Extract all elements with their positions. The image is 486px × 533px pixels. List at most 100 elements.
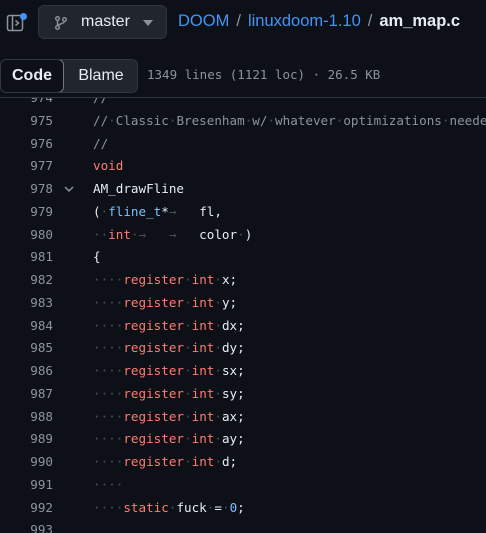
line-number[interactable]: 980 — [0, 224, 53, 247]
line-number[interactable]: 984 — [0, 315, 53, 338]
line-code: ····static·fuck·=·0; — [93, 497, 245, 520]
line-number[interactable]: 992 — [0, 497, 53, 520]
breadcrumb-separator: / — [367, 12, 373, 30]
line-code: ····register·int·y; — [93, 292, 237, 315]
whitespace-marker: ···· — [93, 294, 124, 310]
code-token: ·y; — [214, 294, 238, 310]
code-line: 974 // — [0, 98, 486, 110]
line-code: ····register·int·sx; — [93, 360, 245, 383]
code-token: ·ay; — [214, 431, 245, 447]
code-line: 990 ····register·int·d; — [0, 451, 486, 474]
breadcrumb-separator: / — [236, 12, 241, 30]
code-line: 979 (·fline_t*→ fl, — [0, 201, 486, 224]
line-code: ··int·→ → color·) — [93, 224, 252, 247]
code-token: ·sx; — [214, 363, 245, 378]
code-token: ·fuck·=· — [168, 499, 230, 515]
chevron-down-icon — [143, 20, 153, 26]
line-number[interactable]: 982 — [0, 269, 53, 292]
code-token: color·) — [199, 226, 253, 242]
code-line: 989 ····register·int·ay; — [0, 428, 486, 451]
line-code: // — [93, 133, 108, 156]
line-number[interactable]: 977 — [0, 155, 53, 178]
line-code: ····register·int·dx; — [93, 315, 245, 338]
git-branch-icon — [53, 15, 69, 31]
tab-blame[interactable]: Blame — [64, 60, 137, 92]
code-token: ·x; — [214, 272, 238, 287]
line-code: ····register·int·d; — [93, 451, 237, 474]
line-number[interactable]: 974 — [0, 98, 53, 110]
code-token: → — [168, 203, 200, 219]
code-token: AM_drawFline — [93, 181, 184, 196]
code-token: register·int — [123, 385, 215, 401]
line-code: ···· — [93, 474, 123, 497]
code-line: 991 ···· — [0, 474, 486, 497]
line-code: (·fline_t*→ fl, — [93, 201, 222, 224]
line-code: ····register·int·ay; — [93, 428, 245, 451]
line-code: // — [93, 98, 108, 110]
breadcrumb-repo-link[interactable]: DOOM — [178, 12, 229, 30]
line-number[interactable]: 993 — [0, 519, 53, 533]
top-bar: master DOOM / linuxdoom-1.10 / am_map.c — [0, 0, 486, 48]
line-number[interactable]: 979 — [0, 201, 53, 224]
code-token: ·→ → — [130, 226, 200, 242]
code-token: { — [93, 249, 101, 265]
line-code: void — [93, 155, 123, 178]
line-number[interactable]: 985 — [0, 337, 53, 360]
line-number[interactable]: 983 — [0, 292, 53, 315]
code-token: (· — [93, 203, 109, 219]
code-token: ·dy; — [214, 340, 245, 356]
code-token: //·Classic·Bresenham·w/·whatever·optimiz… — [93, 112, 486, 128]
code-view: 974 // 975 //·Classic·Bresenham·w/·whatever… — [0, 98, 486, 533]
branch-selector-button[interactable]: master — [38, 5, 167, 39]
line-number[interactable]: 990 — [0, 451, 53, 474]
line-code: ····register·int·sy; — [93, 383, 245, 406]
code-line: 978 AM_drawFline — [0, 178, 486, 201]
code-line: 981 { — [0, 246, 486, 269]
whitespace-marker: ···· — [93, 363, 124, 378]
code-token: register·int — [123, 317, 215, 333]
code-token: // — [93, 98, 108, 105]
breadcrumb-current-file: am_map.c — [379, 12, 461, 30]
code-line: 988 ····register·int·ax; — [0, 406, 486, 429]
fold-chevron-icon[interactable] — [64, 185, 74, 193]
tab-code[interactable]: Code — [1, 60, 64, 92]
whitespace-marker: ···· — [93, 340, 124, 356]
code-token: register·int — [123, 272, 215, 287]
line-code: ····register·int·x; — [93, 269, 237, 292]
line-number[interactable]: 981 — [0, 246, 53, 269]
line-number[interactable]: 976 — [0, 133, 53, 156]
line-number[interactable]: 988 — [0, 406, 53, 429]
code-line: 984 ····register·int·dx; — [0, 315, 486, 338]
breadcrumb: DOOM / linuxdoom-1.10 / am_map.c — [178, 12, 460, 31]
whitespace-marker: ···· — [93, 431, 124, 447]
code-line: 976 // — [0, 133, 486, 156]
line-code: //·Classic·Bresenham·w/·whatever·optimiz… — [93, 110, 486, 133]
code-line: 975 //·Classic·Bresenham·w/·whatever·opti… — [0, 110, 486, 133]
line-number[interactable]: 978 — [0, 178, 53, 201]
code-token: // — [93, 135, 109, 151]
line-number[interactable]: 987 — [0, 383, 53, 406]
code-line: 987 ····register·int·sy; — [0, 383, 486, 406]
code-token: ·d; — [214, 454, 238, 469]
whitespace-marker: ···· — [93, 385, 124, 401]
code-token: void — [93, 158, 124, 174]
code-token: ·dx; — [214, 317, 245, 333]
code-token: int — [108, 226, 131, 242]
line-number[interactable]: 986 — [0, 360, 53, 383]
file-info: 1349 lines (1121 loc) · 26.5 KB — [147, 67, 381, 82]
line-number[interactable]: 975 — [0, 110, 53, 133]
line-number[interactable]: 989 — [0, 428, 53, 451]
code-token: * — [161, 203, 169, 219]
code-line: 985 ····register·int·dy; — [0, 337, 486, 360]
line-number[interactable]: 991 — [0, 474, 53, 497]
code-line: 993 — [0, 519, 486, 533]
breadcrumb-folder-link[interactable]: linuxdoom-1.10 — [248, 12, 361, 30]
whitespace-marker: ·· — [93, 226, 109, 242]
side-panel-icon[interactable] — [6, 13, 28, 33]
file-header: Code Blame 1349 lines (1121 loc) · 26.5 … — [0, 54, 486, 98]
code-token: fl, — [199, 203, 222, 219]
whitespace-marker: ···· — [93, 454, 124, 469]
line-code: ····register·int·ax; — [93, 406, 245, 429]
code-token: register·int — [123, 431, 215, 447]
view-toggle: Code Blame — [0, 59, 138, 93]
